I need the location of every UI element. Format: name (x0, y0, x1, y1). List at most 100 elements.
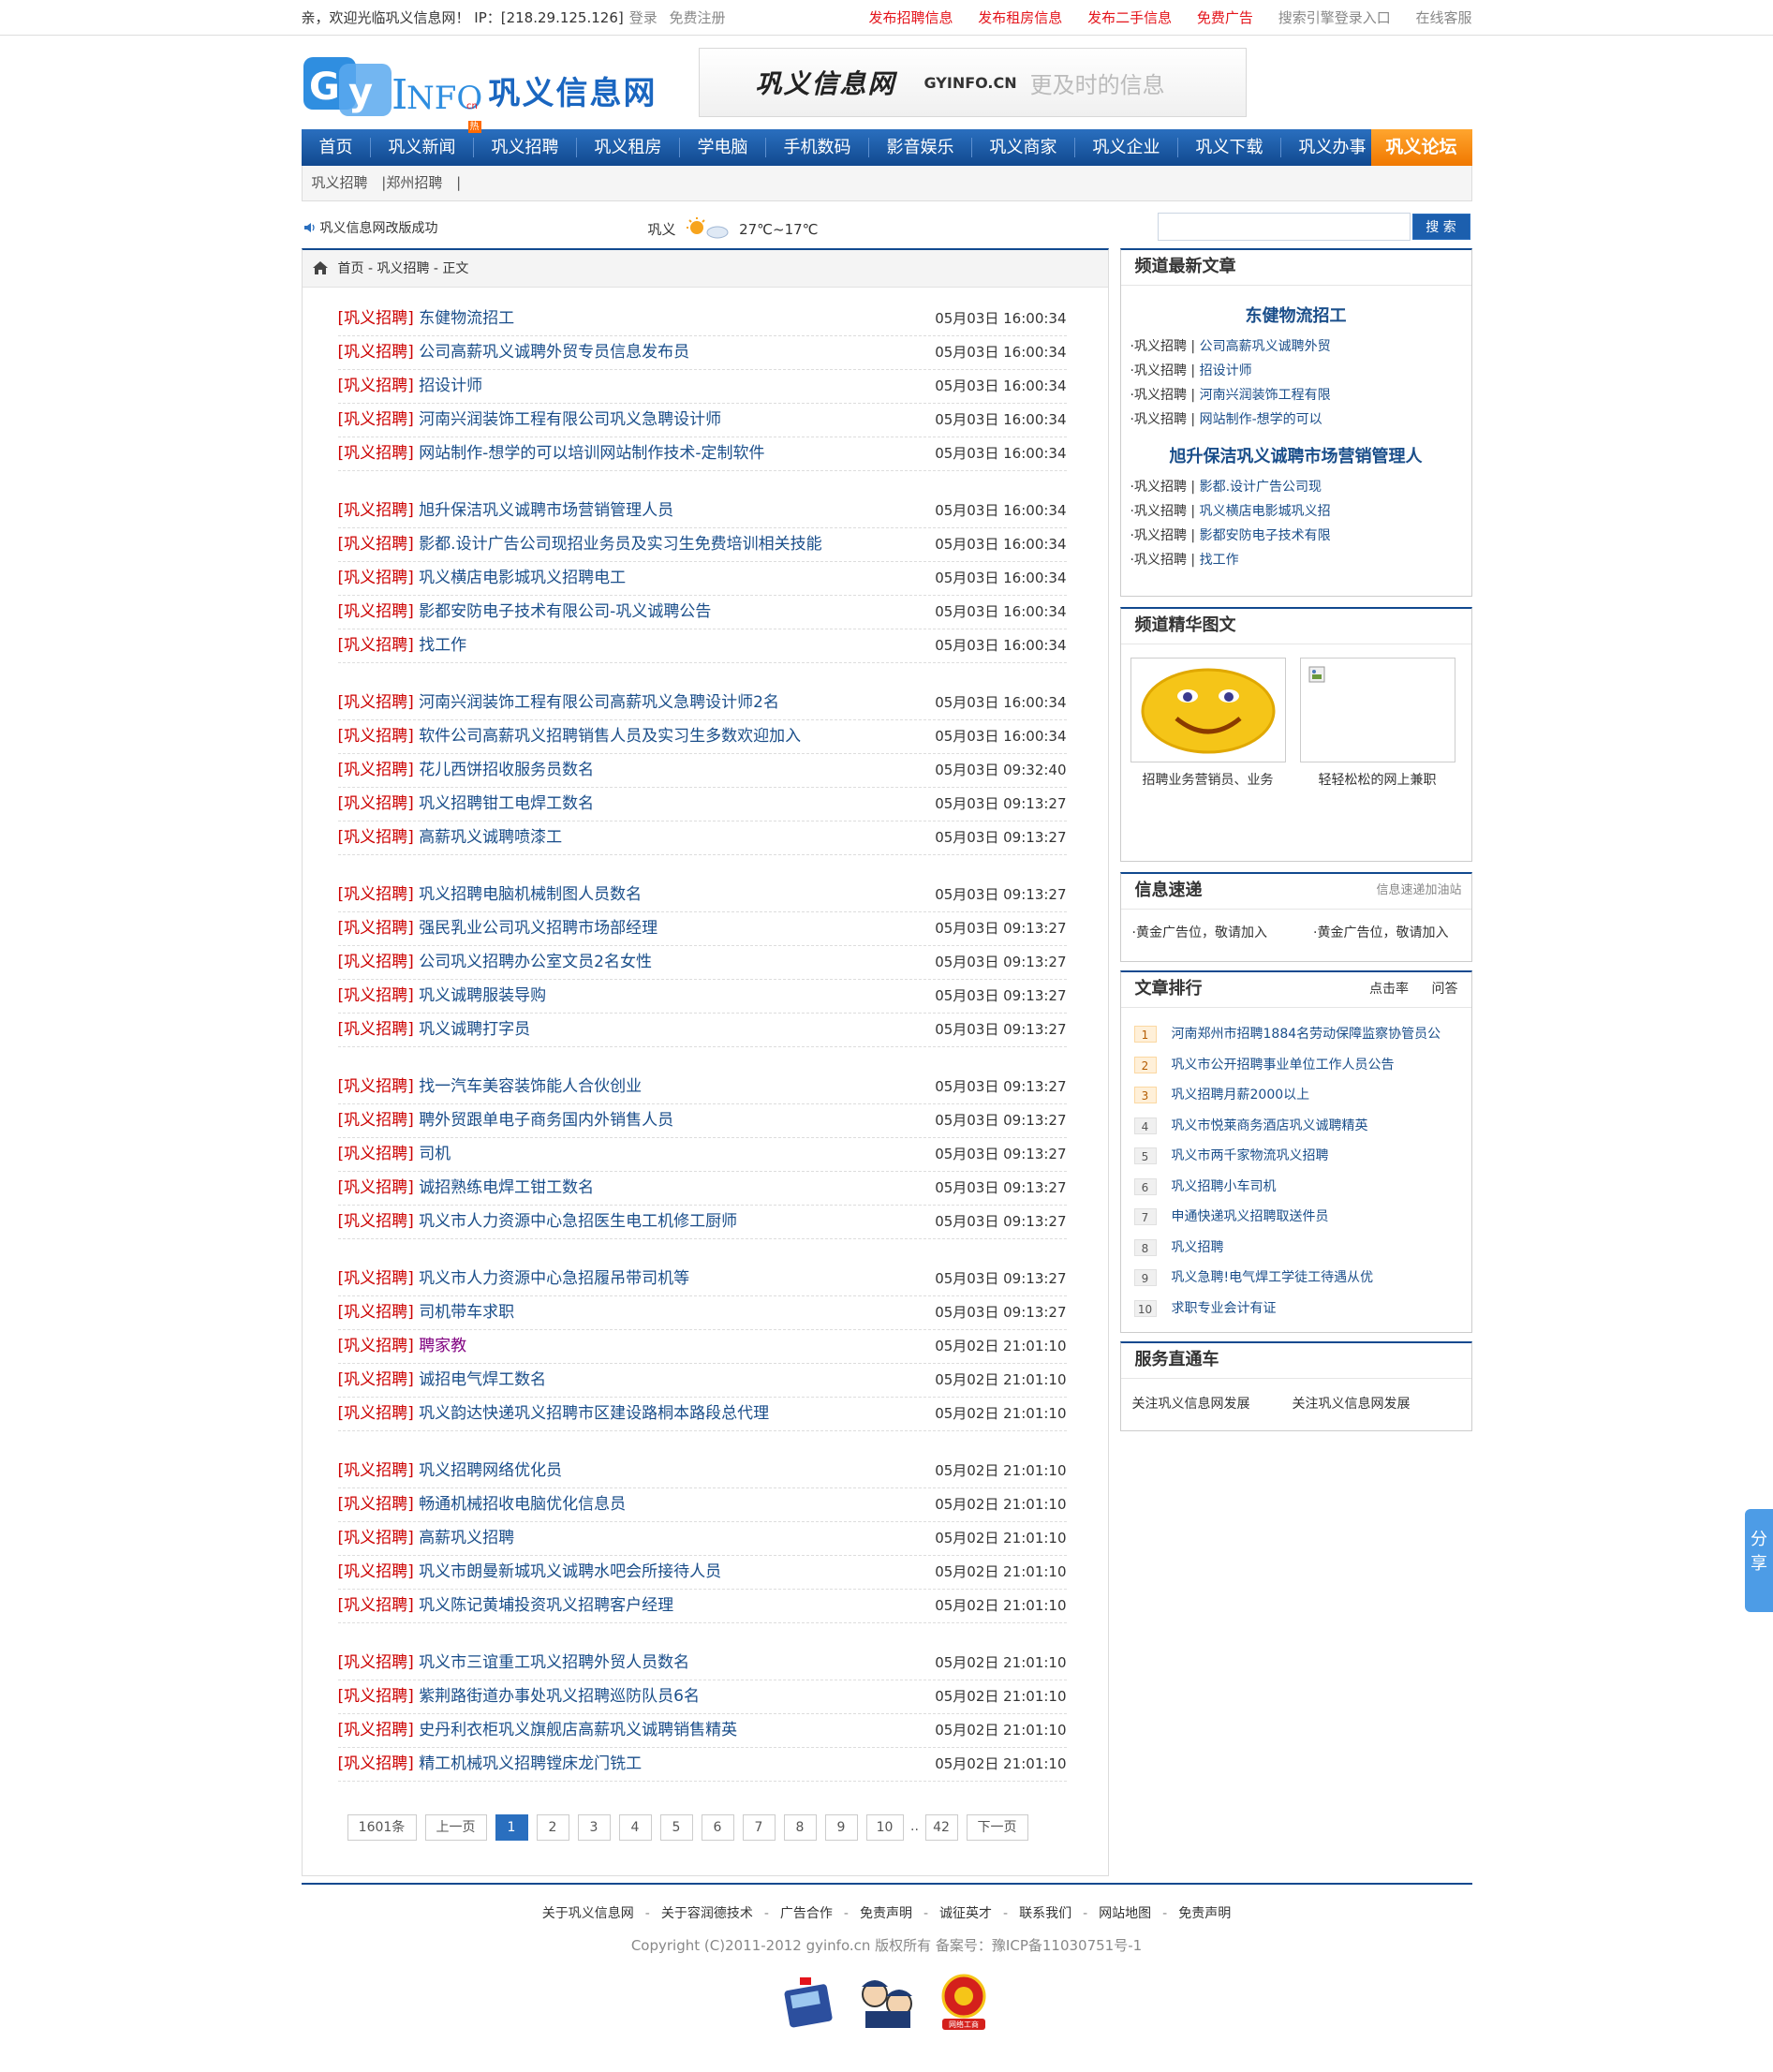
article-category[interactable]: [巩义招聘] (338, 1596, 420, 1615)
latest-item[interactable]: ·巩义招聘 | 河南兴润装饰工程有限 (1121, 383, 1471, 407)
article-title-link[interactable]: 巩义韵达快递巩义招聘市区建设路桐本路段总代理 (419, 1404, 769, 1423)
article-category-label[interactable]: 巩义招聘 (344, 1212, 407, 1231)
article-title-link[interactable]: 巩义市人力资源中心急招履吊带司机等 (419, 1269, 689, 1288)
article-category[interactable]: [巩义招聘] (338, 1337, 420, 1355)
ranking-item[interactable]: 10 求职专业会计有证 (1121, 1294, 1471, 1325)
latest-item-link[interactable]: 河南兴润装饰工程有限 (1200, 388, 1331, 403)
police-badge-2[interactable] (854, 1970, 920, 2034)
article-title-link[interactable]: 河南兴润装饰工程有限公司高薪巩义急聘设计师2名 (419, 693, 779, 712)
footer-link[interactable]: 联系我们 (1019, 1906, 1071, 1921)
header-banner[interactable]: 巩义信息网 GYINFO.CN 更及时的信息 (698, 48, 1247, 117)
post-rent-link[interactable]: 发布租房信息 (978, 9, 1062, 26)
latest-item[interactable]: ·巩义招聘 | 公司高薪巩义诚聘外贸 (1121, 334, 1471, 359)
article-title-link[interactable]: 找工作 (419, 636, 466, 655)
article-title-link[interactable]: 花儿西饼招收服务员数名 (419, 761, 594, 779)
next-page-button[interactable]: 下一页 (966, 1814, 1028, 1841)
page-4[interactable]: 4 (618, 1814, 652, 1841)
ad-slot-1[interactable]: ·黄金广告位，敬请加入 (1132, 923, 1267, 941)
page-1[interactable]: 1 (495, 1814, 528, 1841)
latest-item-link[interactable]: 招设计师 (1200, 363, 1252, 378)
tab-qa[interactable]: 问答 (1432, 982, 1458, 997)
article-title-link[interactable]: 高薪巩义诚聘喷漆工 (419, 828, 562, 847)
article-category[interactable]: [巩义招聘] (338, 693, 420, 712)
article-title-link[interactable]: 诚招熟练电焊工钳工数名 (419, 1178, 594, 1197)
article-title-link[interactable]: 司机带车求职 (419, 1303, 514, 1322)
article-title-link[interactable]: 东健物流招工 (419, 309, 514, 328)
ranking-link[interactable]: 巩义市悦莱商务酒店巩义诚聘精英 (1172, 1118, 1368, 1133)
article-category-label[interactable]: 巩义招聘 (344, 602, 407, 621)
latest-item-link[interactable]: 网站制作-想学的可以 (1200, 412, 1322, 427)
article-category[interactable]: [巩义招聘] (338, 1178, 420, 1197)
login-link[interactable]: 登录 (629, 9, 657, 26)
article-title-link[interactable]: 软件公司高薪巩义招聘销售人员及实习生多数欢迎加入 (419, 727, 801, 746)
article-category[interactable]: [巩义招聘] (338, 794, 420, 813)
article-category[interactable]: [巩义招聘] (338, 1077, 420, 1096)
page-2[interactable]: 2 (536, 1814, 569, 1841)
article-category-label[interactable]: 巩义招聘 (344, 410, 407, 429)
broken-image[interactable] (1299, 658, 1455, 762)
article-title-link[interactable]: 巩义市人力资源中心急招医生电工机修工厨师 (419, 1212, 737, 1231)
article-category-label[interactable]: 巩义招聘 (344, 1495, 407, 1514)
nav-merchants[interactable]: 巩义商家 (972, 129, 1075, 166)
ranking-item[interactable]: 9 巩义急聘!电气焊工学徒工待遇从优 (1121, 1263, 1471, 1294)
page-10[interactable]: 10 (865, 1814, 904, 1841)
article-category-label[interactable]: 巩义招聘 (344, 1077, 407, 1096)
latest-item-link[interactable]: 公司高薪巩义诚聘外贸 (1200, 339, 1331, 354)
share-button[interactable]: 分享 (1745, 1509, 1773, 1612)
article-title-link[interactable]: 巩义横店电影城巩义招聘电工 (419, 569, 626, 587)
article-category[interactable]: [巩义招聘] (338, 761, 420, 779)
footer-link[interactable]: 广告合作 (780, 1906, 833, 1921)
ranking-link[interactable]: 巩义市两千家物流巩义招聘 (1172, 1148, 1329, 1163)
article-title-link[interactable]: 公司高薪巩义诚聘外贸专员信息发布员 (419, 343, 689, 362)
article-title-link[interactable]: 畅通机械招收电脑优化信息员 (419, 1495, 626, 1514)
article-category-label[interactable]: 巩义招聘 (344, 794, 407, 813)
latest-item[interactable]: ·巩义招聘 | 影都.设计广告公司现 (1121, 475, 1471, 499)
article-category[interactable]: [巩义招聘] (338, 501, 420, 520)
ad-slot-2[interactable]: ·黄金广告位，敬请加入 (1313, 923, 1448, 941)
article-category[interactable]: [巩义招聘] (338, 569, 420, 587)
article-category-label[interactable]: 巩义招聘 (344, 569, 407, 587)
page-7[interactable]: 7 (742, 1814, 776, 1841)
article-title-link[interactable]: 招设计师 (419, 377, 482, 395)
police-badge-1[interactable] (777, 1970, 843, 2034)
article-category-label[interactable]: 巩义招聘 (344, 1145, 407, 1163)
ranking-item[interactable]: 2 巩义市公开招聘事业单位工作人员公告 (1121, 1050, 1471, 1081)
notice[interactable]: 巩义信息网改版成功 (303, 218, 438, 237)
nav-news[interactable]: 巩义新闻 (371, 129, 474, 166)
nav-rent[interactable]: 巩义租房 (577, 129, 680, 166)
ranking-link[interactable]: 巩义招聘月薪2000以上 (1172, 1088, 1310, 1103)
service-link-1[interactable]: 关注巩义信息网发展 (1132, 1394, 1250, 1413)
article-category[interactable]: [巩义招聘] (338, 377, 420, 395)
article-category-label[interactable]: 巩义招聘 (344, 535, 407, 554)
featured-pic-caption-2[interactable]: 轻轻松松的网上兼职 (1300, 770, 1455, 789)
smiley-image[interactable] (1130, 658, 1286, 762)
article-category-label[interactable]: 巩义招聘 (344, 693, 407, 712)
article-category[interactable]: [巩义招聘] (338, 535, 420, 554)
article-title-link[interactable]: 影都安防电子技术有限公司-巩义诚聘公告 (419, 602, 711, 621)
article-category-label[interactable]: 巩义招聘 (344, 1596, 407, 1615)
ranking-link[interactable]: 河南郑州市招聘1884名劳动保障监察协管员公 (1172, 1027, 1441, 1042)
ranking-item[interactable]: 8 巩义招聘 (1121, 1233, 1471, 1264)
article-category-label[interactable]: 巩义招聘 (344, 1303, 407, 1322)
footer-link[interactable]: 关于巩义信息网 (542, 1906, 634, 1921)
article-title-link[interactable]: 巩义招聘网络优化员 (419, 1461, 562, 1480)
article-category-label[interactable]: 巩义招聘 (344, 1687, 407, 1706)
footer-link[interactable]: 免责声明 (860, 1906, 912, 1921)
article-title-link[interactable]: 诚招电气焊工数名 (419, 1370, 546, 1389)
article-category-label[interactable]: 巩义招聘 (344, 1370, 407, 1389)
article-title-link[interactable]: 强民乳业公司巩义招聘市场部经理 (419, 919, 657, 938)
featured-pic-2[interactable]: 轻轻松松的网上兼职 (1299, 658, 1455, 789)
ranking-item[interactable]: 1 河南郑州市招聘1884名劳动保障监察协管员公 (1121, 1019, 1471, 1050)
article-category[interactable]: [巩义招聘] (338, 1145, 420, 1163)
article-category-label[interactable]: 巩义招聘 (344, 986, 407, 1005)
ranking-link[interactable]: 巩义招聘小车司机 (1172, 1179, 1277, 1194)
footer-link[interactable]: 免责声明 (1178, 1906, 1231, 1921)
prev-page-button[interactable]: 上一页 (424, 1814, 487, 1841)
article-title-link[interactable]: 找一汽车美容装饰能人合伙创业 (419, 1077, 642, 1096)
article-category-label[interactable]: 巩义招聘 (344, 1337, 407, 1355)
search-input[interactable] (1157, 213, 1411, 241)
article-title-link[interactable]: 精工机械巩义招聘镗床龙门铣工 (419, 1754, 642, 1773)
latest-item[interactable]: ·巩义招聘 | 巩义横店电影城巩义招 (1121, 499, 1471, 524)
article-category[interactable]: [巩义招聘] (338, 636, 420, 655)
featured-pic-1[interactable]: 招聘业务营销员、业务 (1130, 658, 1286, 789)
